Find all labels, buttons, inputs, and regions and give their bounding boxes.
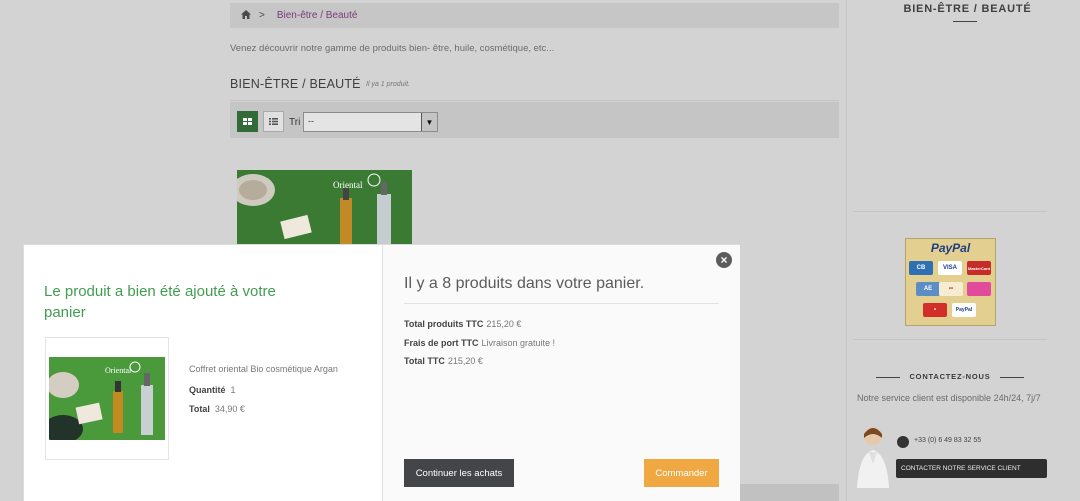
quantity-label: Quantité	[189, 385, 226, 395]
shipping-label: Frais de port TTC	[404, 338, 479, 348]
sort-select-value: --	[308, 116, 314, 126]
category-intro: Venez découvrir notre gamme de produits …	[230, 43, 555, 54]
modal-product-name: Coffret oriental Bio cosmétique Argan	[189, 364, 338, 374]
contact-title: CONTACTEZ-NOUS	[876, 372, 1024, 381]
total-products-label: Total produits TTC	[404, 319, 484, 329]
breadcrumb: > Bien-être / Beauté	[230, 3, 839, 28]
breadcrumb-separator: >	[259, 10, 265, 21]
sidebar-divider-1	[854, 211, 1047, 212]
list-icon	[269, 118, 278, 125]
mastercard-icon: MasterCard	[967, 261, 991, 275]
sidebar-category-title: BIEN-ÊTRE / BEAUTÉ	[903, 3, 1032, 15]
sidebar-divider-2	[854, 339, 1047, 340]
visa-icon: VISA	[938, 261, 962, 275]
list-view-button[interactable]	[263, 111, 284, 132]
footer-strip	[739, 484, 839, 501]
breadcrumb-current[interactable]: Bien-être / Beauté	[277, 10, 358, 21]
modal-product-panel: Le produit a bien été ajouté à votre pan…	[24, 245, 382, 501]
total-ttc-row: Total TTC 215,20 €	[404, 356, 483, 366]
card-pink-icon	[967, 282, 991, 296]
total-ttc-value: 215,20 €	[447, 356, 483, 366]
product-total-label: Total	[189, 404, 210, 414]
close-icon[interactable]: ×	[716, 252, 732, 268]
product-total-value: 34,90 €	[214, 404, 245, 414]
added-to-cart-title: Le produit a bien été ajouté à votre pan…	[44, 283, 276, 321]
sort-select[interactable]: -- ▼	[303, 112, 438, 132]
phone-icon	[897, 436, 909, 448]
total-products-row: Total produits TTC 215,20 €	[404, 319, 521, 329]
product-photo: Oriental	[49, 357, 165, 440]
phone-number: +33 (0) 6 49 83 32 55	[914, 437, 982, 444]
quantity-value: 1	[230, 385, 236, 395]
cart-count-title: Il y a 8 produits dans votre panier.	[404, 275, 645, 292]
divider	[404, 303, 719, 304]
support-agent-image	[855, 424, 893, 488]
paypal-card-icon: PayPal	[952, 303, 976, 317]
modal-cart-summary: Il y a 8 produits dans votre panier. Tot…	[382, 245, 740, 501]
paypal-title: PayPal	[930, 241, 971, 255]
shipping-value: Livraison gratuite !	[481, 338, 556, 348]
amex-icon: AE	[916, 282, 940, 296]
card-red-icon: •	[923, 303, 947, 317]
shipping-row: Frais de port TTC Livraison gratuite !	[404, 338, 555, 348]
contact-service-button[interactable]: CONTACTER NOTRE SERVICE CLIENT	[896, 459, 1047, 478]
paypal-logo: PayPal CB VISA MasterCard AE •• • PayPal	[905, 238, 996, 326]
product-count: Il ya 1 produit.	[366, 81, 410, 88]
total-products-value: 215,20 €	[486, 319, 522, 329]
quantity-row: Quantité 1	[189, 385, 236, 395]
product-total-row: Total 34,90 €	[189, 404, 245, 414]
grid-view-button[interactable]	[237, 111, 258, 132]
cart-added-modal: Le produit a bien été ajouté à votre pan…	[23, 244, 740, 501]
total-ttc-label: Total TTC	[404, 356, 445, 366]
aurore-icon: ••	[939, 282, 963, 296]
sort-label: Tri	[289, 117, 301, 128]
title-underline	[953, 21, 977, 22]
category-title: BIEN-ÊTRE / BEAUTÉ	[230, 77, 361, 91]
home-icon[interactable]	[241, 9, 251, 22]
contact-text: Notre service client est disponible 24h/…	[857, 393, 1041, 403]
product-thumbnail[interactable]: Oriental	[237, 170, 412, 248]
grid-icon	[243, 118, 252, 125]
divider	[230, 100, 839, 101]
brand-text: Oriental	[105, 366, 132, 375]
chevron-down-icon: ▼	[421, 113, 437, 131]
continue-shopping-button[interactable]: Continuer les achats	[404, 459, 514, 487]
modal-product-image: Oriental	[45, 337, 169, 460]
checkout-button[interactable]: Commander	[644, 459, 719, 487]
sort-toolbar: Tri -- ▼	[230, 102, 839, 138]
card-cb-icon: CB	[909, 261, 933, 275]
brand-text: Oriental	[333, 180, 363, 190]
sidebar-divider	[846, 0, 847, 501]
